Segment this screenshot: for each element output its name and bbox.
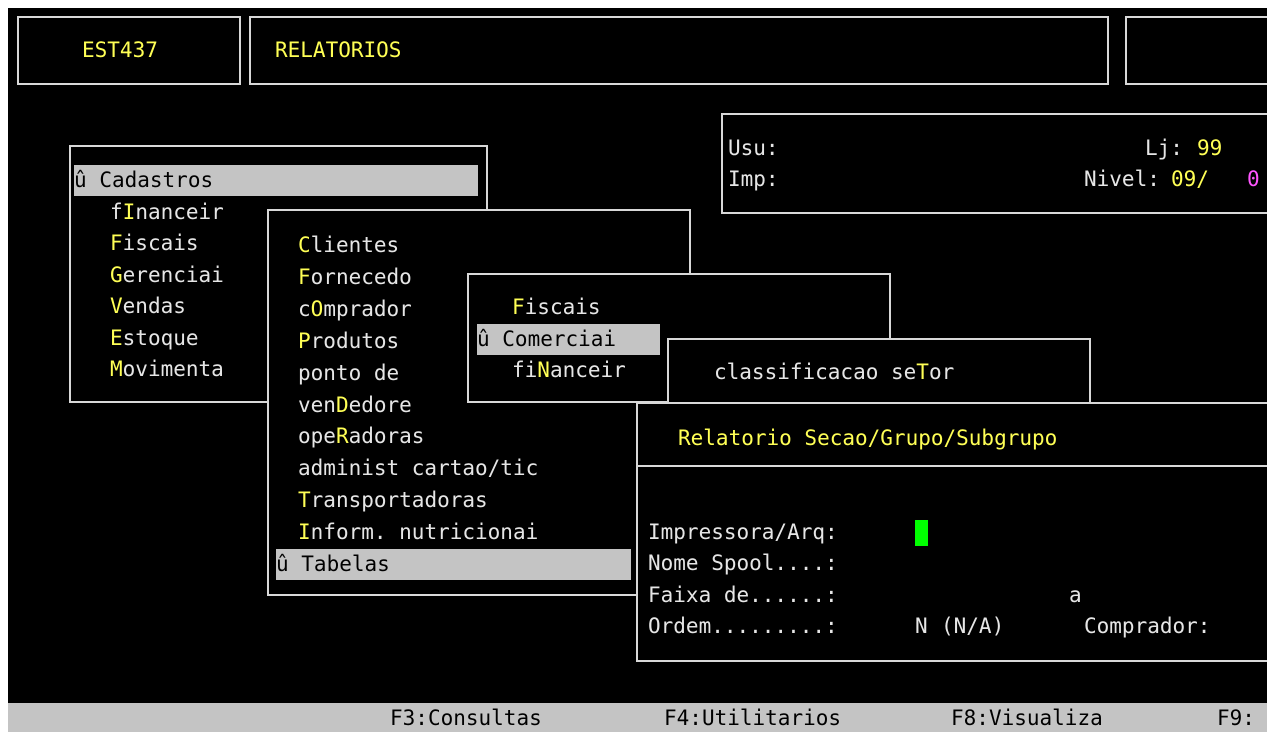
cadastros-menu-item[interactable]: cOmprador bbox=[298, 294, 412, 325]
main-menu-item[interactable]: Fiscais bbox=[110, 228, 199, 259]
produtos-menu-item[interactable]: fiNanceir bbox=[512, 355, 626, 386]
cadastros-menu-item[interactable]: ponto de bbox=[298, 358, 399, 389]
main-menu-item[interactable]: fInanceir bbox=[110, 197, 224, 228]
buyer-field-label: Comprador: bbox=[1084, 614, 1211, 638]
printer-field-label: Impressora/Arq: bbox=[648, 520, 838, 544]
main-menu-item-text: erenciai bbox=[122, 262, 224, 287]
cadastros-menu-item-text: ven bbox=[298, 392, 336, 417]
cadastros-menu-hotkey: O bbox=[310, 296, 324, 321]
produtos-menu-hotkey: N bbox=[537, 358, 550, 382]
level-label: Nivel: bbox=[1084, 167, 1160, 191]
cadastros-menu-item[interactable]: û Tabelas bbox=[276, 549, 631, 580]
cadastros-menu-item-text: edore bbox=[348, 392, 412, 417]
produtos-menu-item-text: anceir bbox=[549, 358, 626, 382]
main-menu-item[interactable]: Vendas bbox=[110, 291, 186, 322]
dialog-title: Relatorio Secao/Grupo/Subgrupo bbox=[678, 426, 1058, 450]
cadastros-menu-item[interactable]: Produtos bbox=[298, 326, 399, 357]
cadastros-menu-item[interactable]: venDedore bbox=[298, 390, 412, 421]
cadastros-menu-item-text: ope bbox=[298, 424, 336, 449]
cadastros-menu-item-text: c bbox=[298, 296, 311, 321]
main-menu-item-text: iscais bbox=[122, 231, 199, 255]
cadastros-menu-item-text: adoras bbox=[348, 424, 425, 449]
function-key-bar: F3:Consultas F4:Utilitarios F8:Visualiza… bbox=[8, 703, 1267, 732]
main-menu-item-text: Cadastros bbox=[99, 168, 214, 192]
cadastros-menu-hotkey: D bbox=[335, 392, 349, 417]
cadastros-menu-item[interactable]: Transportadoras bbox=[298, 485, 488, 516]
comercial-menu-item-text: or bbox=[928, 360, 955, 384]
fkey-f8[interactable]: F8:Visualiza bbox=[951, 703, 1103, 732]
store-value: 99 bbox=[1197, 136, 1223, 160]
main-menu-hotkey: E bbox=[110, 325, 123, 350]
cadastros-menu-item-text: lientes bbox=[310, 233, 400, 257]
fkey-f4[interactable]: F4:Utilitarios bbox=[664, 703, 841, 732]
store-label: Lj: bbox=[1145, 136, 1183, 160]
main-menu-item-text: ovimenta bbox=[122, 357, 224, 381]
main-menu-item-text: nanceir bbox=[135, 199, 224, 224]
main-menu-item[interactable]: Gerenciai bbox=[110, 260, 224, 291]
main-menu-hotkey: M bbox=[110, 357, 123, 381]
cadastros-menu-hotkey: C bbox=[298, 233, 311, 257]
fkey-f9[interactable]: F9: bbox=[1217, 703, 1255, 732]
produtos-menu-item-text: û Comerciai bbox=[477, 326, 617, 351]
cadastros-menu-item-text: administ cartao/tic bbox=[298, 456, 539, 481]
cadastros-menu-item[interactable]: opeRadoras bbox=[298, 421, 424, 452]
cadastros-menu-item-text: û Tabelas bbox=[276, 552, 390, 576]
cadastros-menu-item[interactable]: Clientes bbox=[298, 230, 399, 261]
header-right-box bbox=[1125, 16, 1267, 85]
range-field-label: Faixa de......: bbox=[648, 583, 838, 607]
main-menu-hotkey: V bbox=[110, 294, 123, 318]
menu-marker: û bbox=[74, 168, 87, 192]
order-hint: (N/A) bbox=[941, 614, 1005, 638]
produtos-menu-item-text: fi bbox=[512, 358, 538, 382]
range-separator: a bbox=[1069, 583, 1082, 607]
terminal-screen: EST437 RELATORIOS Usu: Imp: Lj: 99 Nivel… bbox=[8, 8, 1267, 732]
cadastros-menu-item-text: ransportadoras bbox=[310, 488, 488, 513]
cadastros-menu-item-text: ponto de bbox=[298, 360, 400, 385]
cadastros-menu-hotkey: P bbox=[298, 328, 311, 353]
cadastros-menu-hotkey: T bbox=[298, 488, 311, 513]
main-menu-hotkey: F bbox=[110, 231, 123, 255]
produtos-menu-item-text: iscais bbox=[524, 295, 601, 319]
order-input[interactable]: N bbox=[915, 611, 928, 642]
main-menu-item[interactable]: Estoque bbox=[110, 323, 199, 354]
cadastros-menu-hotkey: I bbox=[298, 520, 311, 545]
cadastros-menu-item-text: rodutos bbox=[310, 328, 400, 353]
main-menu-item-text: endas bbox=[122, 294, 186, 318]
cadastros-menu-item-text: ornecedo bbox=[310, 264, 412, 289]
level-value: 09/ bbox=[1171, 167, 1209, 191]
cadastros-menu-item-text: mprador bbox=[323, 296, 412, 321]
cadastros-menu-item[interactable]: Fornecedo bbox=[298, 262, 412, 293]
fkey-f3[interactable]: F3:Consultas bbox=[390, 703, 542, 732]
level-extra: 0 bbox=[1247, 167, 1260, 191]
main-menu-item-text: stoque bbox=[122, 325, 199, 350]
printer-input[interactable] bbox=[915, 520, 928, 546]
dialog-title-separator bbox=[638, 465, 1267, 467]
user-label: Usu: bbox=[728, 136, 779, 160]
main-menu-item[interactable]: Movimenta bbox=[110, 354, 224, 385]
comercial-menu-hotkey: T bbox=[916, 360, 929, 384]
spool-field-label: Nome Spool....: bbox=[648, 551, 838, 575]
cadastros-menu-item[interactable]: administ cartao/tic bbox=[298, 453, 538, 484]
comercial-menu-item-text: classificacao se bbox=[714, 360, 917, 384]
cadastros-menu-hotkey: F bbox=[298, 264, 311, 289]
module-title: RELATORIOS bbox=[275, 38, 402, 62]
order-field-label: Ordem.........: bbox=[648, 614, 838, 638]
produtos-menu-item[interactable]: û Comerciai bbox=[477, 323, 660, 355]
cadastros-menu-item[interactable]: Inform. nutricionai bbox=[298, 517, 538, 548]
produtos-menu-hotkey: F bbox=[512, 295, 525, 319]
main-menu-item-text: f bbox=[110, 199, 123, 224]
cadastros-menu-hotkey: R bbox=[335, 424, 349, 449]
cadastros-menu-item-text: nform. nutricionai bbox=[310, 520, 539, 545]
comercial-menu-item[interactable]: classificacao seTor bbox=[714, 357, 954, 388]
main-menu-item[interactable]: û Cadastros bbox=[74, 165, 478, 196]
main-menu-hotkey: G bbox=[110, 262, 123, 287]
produtos-menu-item[interactable]: Fiscais bbox=[512, 292, 601, 323]
printer-info-label: Imp: bbox=[728, 167, 779, 191]
program-code: EST437 bbox=[82, 38, 158, 62]
main-menu-hotkey: I bbox=[122, 199, 136, 224]
